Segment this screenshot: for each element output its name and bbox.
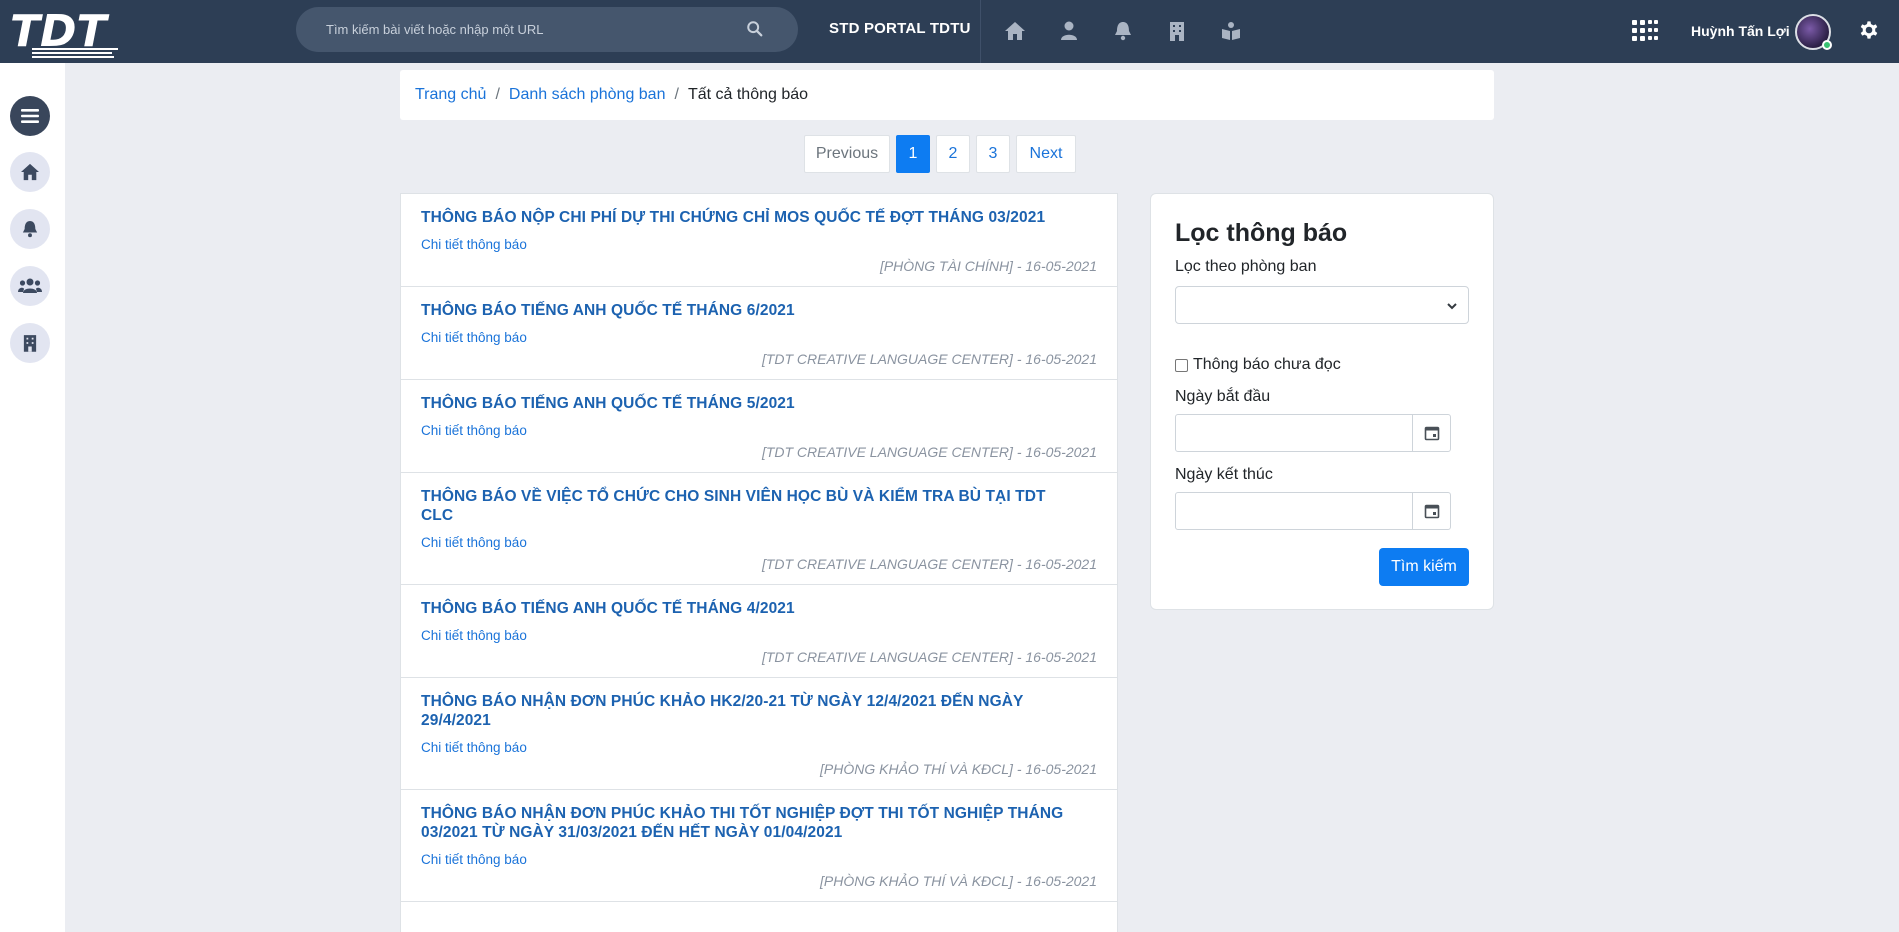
- top-nav: [1004, 18, 1242, 44]
- notification-detail-link[interactable]: Chi tiết thông báo: [421, 330, 1097, 345]
- breadcrumb-departments-link[interactable]: Danh sách phòng ban: [509, 86, 666, 104]
- unread-filter: Thông báo chưa đọc: [1175, 356, 1469, 374]
- end-date-input[interactable]: [1176, 493, 1412, 529]
- home-icon[interactable]: [1004, 18, 1026, 44]
- notification-detail-link[interactable]: Chi tiết thông báo: [421, 535, 1097, 550]
- notification-title-link[interactable]: THÔNG BÁO TIẾNG ANH QUỐC TẾ THÁNG 4/2021: [421, 599, 1081, 618]
- breadcrumb: Trang chủ / Danh sách phòng ban / Tất cả…: [400, 70, 1494, 120]
- avatar[interactable]: [1795, 14, 1832, 50]
- users-icon: [18, 278, 42, 293]
- search-icon[interactable]: [746, 20, 764, 38]
- department-filter-label: Lọc theo phòng ban: [1175, 258, 1317, 275]
- start-date-field: [1175, 414, 1451, 452]
- sidebar-departments-button[interactable]: [10, 323, 50, 363]
- reader-icon[interactable]: [1220, 18, 1242, 44]
- notification-meta: [PHÒNG TÀI CHÍNH] - 16-05-2021: [879, 258, 1097, 274]
- unread-checkbox-label[interactable]: Thông báo chưa đọc: [1193, 356, 1341, 374]
- search-bar: [296, 7, 798, 52]
- user-icon[interactable]: [1058, 18, 1080, 44]
- divider: [980, 0, 981, 63]
- list-item: THÔNG BÁO TIẾNG ANH QUỐC TẾ THÁNG 4/2021…: [401, 585, 1117, 678]
- sidebar-notifications-button[interactable]: [10, 209, 50, 249]
- start-date-input[interactable]: [1176, 415, 1412, 451]
- notification-title-link[interactable]: THÔNG BÁO NHẬN ĐƠN PHÚC KHẢO HK2/20-21 T…: [421, 692, 1081, 730]
- calendar-icon: [1424, 504, 1439, 519]
- apps-grid-icon[interactable]: [1632, 20, 1658, 42]
- tdt-logo[interactable]: TDT: [8, 0, 123, 63]
- search-button[interactable]: Tìm kiếm: [1379, 548, 1469, 586]
- notification-list: THÔNG BÁO NỘP CHI PHÍ DỰ THI CHỨNG CHỈ M…: [400, 193, 1118, 932]
- bell-icon[interactable]: [1112, 18, 1134, 44]
- notification-detail-link[interactable]: Chi tiết thông báo: [421, 628, 1097, 643]
- notification-title-link[interactable]: THÔNG BÁO NHẬN ĐƠN PHÚC KHẢO THI TỐT NGH…: [421, 804, 1081, 842]
- end-date-calendar-button[interactable]: [1412, 493, 1450, 529]
- list-item: THÔNG BÁO NHẬN ĐƠN PHÚC KHẢO HK2/20-21 T…: [401, 678, 1117, 790]
- notification-title-link[interactable]: THÔNG BÁO TIẾNG ANH QUỐC TẾ THÁNG 5/2021: [421, 394, 1081, 413]
- notification-detail-link[interactable]: Chi tiết thông báo: [421, 423, 1097, 438]
- pagination-page-2[interactable]: 2: [936, 135, 970, 173]
- list-item: THÔNG BÁO NHẬN ĐƠN PHÚC KHẢO THI TỐT NGH…: [401, 790, 1117, 902]
- search-input[interactable]: [296, 7, 716, 52]
- notification-meta: [PHÒNG KHẢO THÍ VÀ KĐCL] - 16-05-2021: [820, 873, 1097, 889]
- list-item: THÔNG BÁO TIẾNG ANH QUỐC TẾ THÁNG 5/2021…: [401, 380, 1117, 473]
- notification-detail-link[interactable]: Chi tiết thông báo: [421, 852, 1097, 867]
- notification-detail-link[interactable]: Chi tiết thông báo: [421, 237, 1097, 252]
- sidebar-menu-button[interactable]: [10, 96, 50, 136]
- user-name[interactable]: Huỳnh Tấn Lợi: [1691, 23, 1790, 39]
- building-icon[interactable]: [1166, 18, 1188, 44]
- pagination: Previous 1 2 3 Next: [804, 135, 1076, 173]
- menu-icon: [21, 109, 39, 123]
- notification-meta: [TDT CREATIVE LANGUAGE CENTER] - 16-05-2…: [761, 556, 1097, 572]
- notification-title-link[interactable]: THÔNG BÁO VỀ VIỆC TỔ CHỨC CHO SINH VIÊN …: [421, 487, 1081, 525]
- pagination-previous-button[interactable]: Previous: [804, 135, 890, 173]
- left-sidebar: [0, 63, 65, 932]
- breadcrumb-current: Tất cả thông báo: [687, 86, 809, 103]
- filter-heading: Lọc thông báo: [1175, 219, 1348, 247]
- notification-meta: [TDT CREATIVE LANGUAGE CENTER] - 16-05-2…: [761, 444, 1097, 460]
- unread-checkbox[interactable]: [1175, 358, 1188, 372]
- gear-icon[interactable]: [1858, 19, 1880, 41]
- calendar-icon: [1424, 426, 1439, 441]
- breadcrumb-separator: /: [674, 86, 679, 103]
- pagination-page-1[interactable]: 1: [896, 135, 930, 173]
- end-date-field: [1175, 492, 1451, 530]
- notification-meta: [TDT CREATIVE LANGUAGE CENTER] - 16-05-2…: [761, 649, 1097, 665]
- filter-panel: Lọc thông báo Lọc theo phòng ban Thông b…: [1150, 193, 1494, 610]
- portal-title[interactable]: STD PORTAL TDTU: [829, 20, 971, 37]
- sidebar-home-button[interactable]: [10, 152, 50, 192]
- list-item: THÔNG BÁO TIẾNG ANH QUỐC TẾ THÁNG 6/2021…: [401, 287, 1117, 380]
- notification-title-link[interactable]: THÔNG BÁO NỘP CHI PHÍ DỰ THI CHỨNG CHỈ M…: [421, 208, 1081, 227]
- notification-meta: [PHÒNG KHẢO THÍ VÀ KĐCL] - 16-05-2021: [820, 761, 1097, 777]
- building-icon: [23, 335, 37, 352]
- start-date-label: Ngày bắt đầu: [1175, 388, 1271, 405]
- online-status-dot: [1822, 40, 1832, 50]
- bell-icon: [22, 221, 38, 238]
- pagination-next-button[interactable]: Next: [1016, 135, 1076, 173]
- list-item: THÔNG BÁO NỘP CHI PHÍ DỰ THI CHỨNG CHỈ M…: [401, 194, 1117, 287]
- top-bar: TDT STD PORTAL TDTU: [0, 0, 1899, 63]
- breadcrumb-home-link[interactable]: Trang chủ: [415, 86, 486, 104]
- end-date-label: Ngày kết thúc: [1175, 466, 1273, 483]
- notification-title-link[interactable]: THÔNG BÁO TIẾNG ANH QUỐC TẾ THÁNG 6/2021: [421, 301, 1081, 320]
- sidebar-users-button[interactable]: [10, 266, 50, 306]
- list-item: THÔNG BÁO VỀ VIỆC TỔ CHỨC CHO SINH VIÊN …: [401, 473, 1117, 585]
- notification-meta: [TDT CREATIVE LANGUAGE CENTER] - 16-05-2…: [761, 351, 1097, 367]
- breadcrumb-separator: /: [495, 86, 500, 103]
- start-date-calendar-button[interactable]: [1412, 415, 1450, 451]
- pagination-page-3[interactable]: 3: [976, 135, 1010, 173]
- notification-detail-link[interactable]: Chi tiết thông báo: [421, 740, 1097, 755]
- home-icon: [21, 163, 39, 181]
- chevron-down-icon: [1447, 303, 1457, 310]
- department-select[interactable]: [1175, 286, 1469, 324]
